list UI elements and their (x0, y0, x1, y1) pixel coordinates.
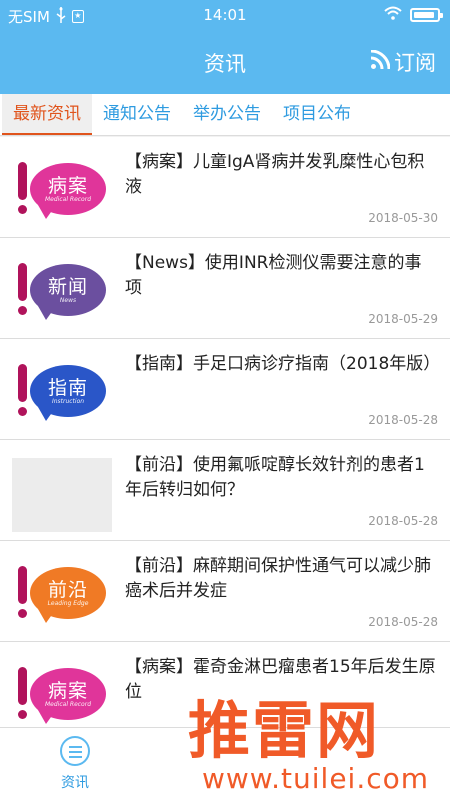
list-item[interactable]: 病案 Medical Record 【病案】儿童IgA肾病并发乳糜性心包积液 2… (0, 137, 450, 238)
list-item[interactable]: 病案 Medical Record 【病案】霍奇金淋巴瘤患者15年后发生原位 (0, 642, 450, 727)
rss-icon (370, 49, 391, 75)
badge-text: 前沿 (47, 578, 88, 601)
list-item[interactable]: 【前沿】使用氟哌啶醇长效针剂的患者1年后转归如何？ 2018-05-28 (0, 440, 450, 541)
badge-subtext: Medical Record (45, 700, 91, 708)
news-date: 2018-05-28 (368, 514, 438, 528)
badge-subtext: Medical Record (45, 195, 91, 203)
nav-item-news[interactable]: 资讯 (40, 736, 110, 792)
status-right (384, 6, 443, 24)
list-item[interactable]: 指南 Instruction 【指南】手足口病诊疗指南（2018年版） 2018… (0, 339, 450, 440)
news-title: 【前沿】使用氟哌啶醇长效针剂的患者1年后转归如何？ (125, 455, 425, 500)
tab-latest-news[interactable]: 最新资讯 (2, 94, 92, 135)
status-bar: 无SIM ★ 14:01 (0, 0, 450, 30)
badge-subtext: Instruction (51, 397, 85, 405)
subscribe-button[interactable]: 订阅 (370, 47, 436, 77)
news-title: 【指南】手足口病诊疗指南（2018年版） (125, 354, 441, 374)
badge-text: 病案 (47, 174, 88, 197)
case-badge-icon: 病案 Medical Record (12, 660, 112, 727)
badge-subtext: News (59, 296, 77, 304)
subscribe-label: 订阅 (394, 51, 436, 75)
news-list: 病案 Medical Record 【病案】儿童IgA肾病并发乳糜性心包积液 2… (0, 137, 450, 727)
bottom-nav: 资讯 (0, 727, 450, 800)
case-badge-icon: 病案 Medical Record (12, 155, 112, 229)
list-item[interactable]: 前沿 Leading Edge 【前沿】麻醉期间保护性通气可以减少肺癌术后并发症… (0, 541, 450, 642)
tab-hosting-announcements[interactable]: 举办公告 (182, 94, 272, 135)
wifi-icon (384, 6, 402, 24)
nav-item-label: 资讯 (61, 775, 89, 791)
badge-text: 病案 (47, 679, 88, 702)
news-badge-icon: 新闻 News (12, 256, 112, 330)
news-title: 【前沿】麻醉期间保护性通气可以减少肺癌术后并发症 (125, 556, 431, 601)
news-title: 【病案】霍奇金淋巴瘤患者15年后发生原位 (125, 657, 436, 702)
news-date: 2018-05-28 (368, 413, 438, 427)
list-icon (60, 736, 90, 766)
frontier-badge-icon: 前沿 Leading Edge (12, 559, 112, 633)
news-title: 【News】使用INR检测仪需要注意的事项 (125, 253, 422, 298)
list-item[interactable]: 新闻 News 【News】使用INR检测仪需要注意的事项 2018-05-29 (0, 238, 450, 339)
tab-notices[interactable]: 通知公告 (92, 94, 182, 135)
thumbnail-placeholder (12, 458, 112, 532)
tab-project-announcements[interactable]: 项目公布 (272, 94, 362, 135)
news-title: 【病案】儿童IgA肾病并发乳糜性心包积液 (125, 152, 425, 197)
battery-icon (410, 8, 443, 22)
badge-text: 指南 (47, 376, 88, 399)
news-date: 2018-05-30 (368, 211, 438, 225)
badge-subtext: Leading Edge (47, 599, 89, 607)
badge-text: 新闻 (47, 275, 88, 298)
category-tabs: 最新资讯 通知公告 举办公告 项目公布 (0, 94, 450, 136)
guide-badge-icon: 指南 Instruction (12, 357, 112, 431)
app-header: 资讯 订阅 (0, 30, 450, 94)
news-date: 2018-05-29 (368, 312, 438, 326)
status-time: 14:01 (203, 6, 247, 24)
news-date: 2018-05-28 (368, 615, 438, 629)
